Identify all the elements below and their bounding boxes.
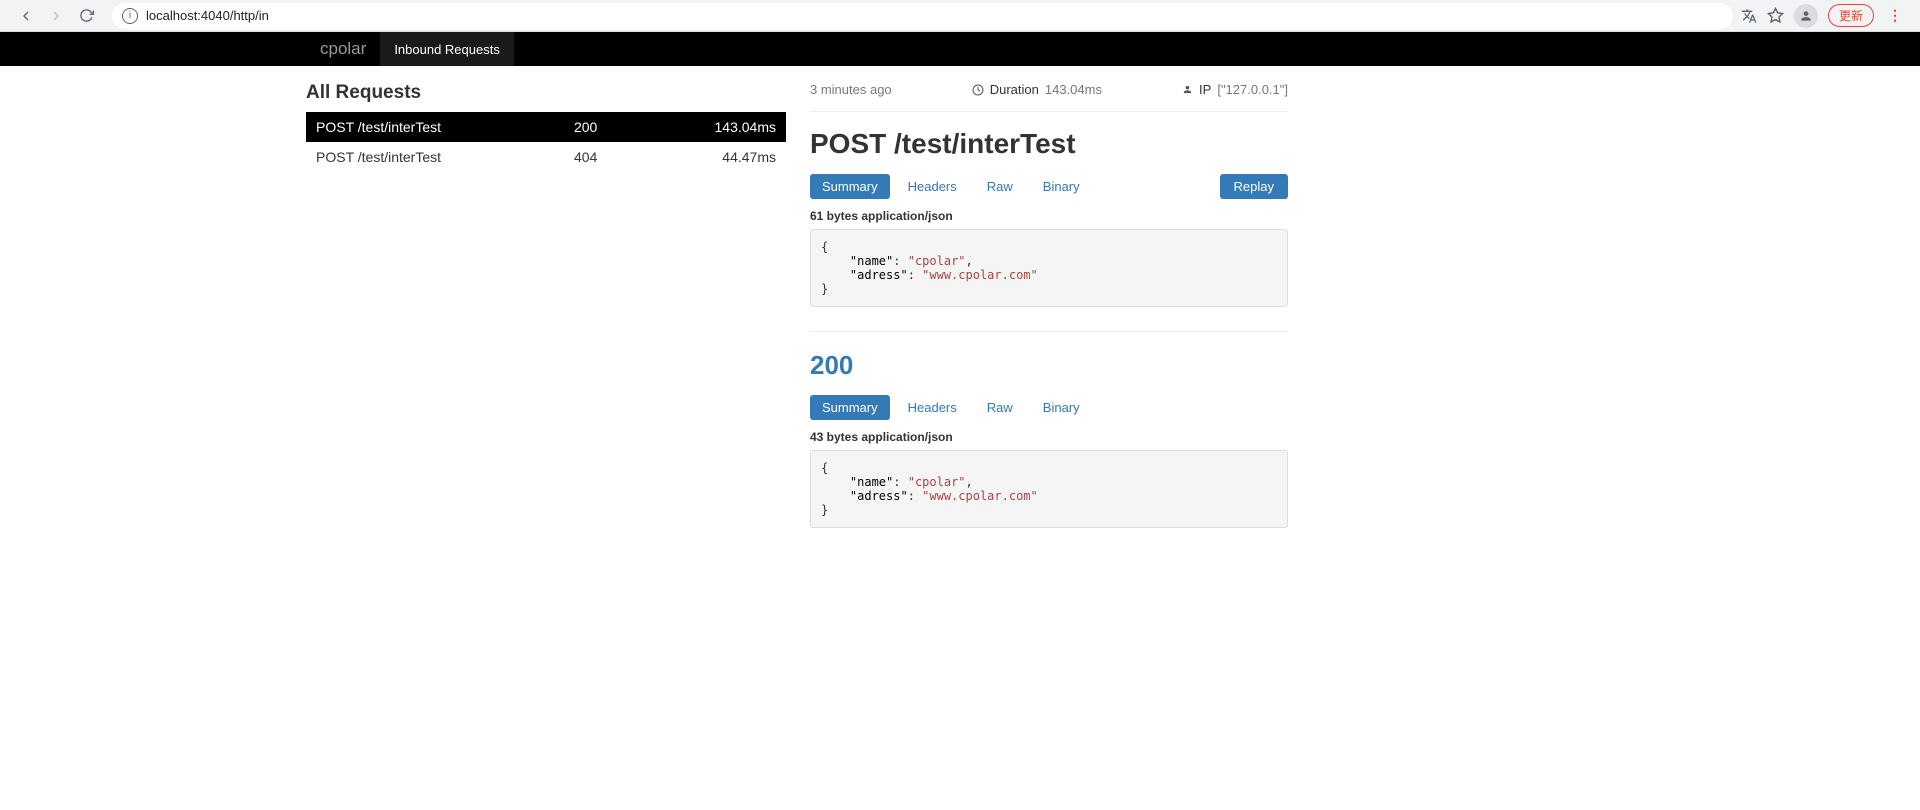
request-duration: 143.04ms (641, 112, 786, 142)
request-method-path: POST /test/interTest (306, 142, 564, 172)
request-duration: 44.47ms (641, 142, 786, 172)
url-text: localhost:4040/http/in (146, 8, 269, 23)
reload-button[interactable] (72, 2, 100, 30)
profile-icon[interactable] (1794, 4, 1818, 28)
response-tab-row: Summary Headers Raw Binary (810, 395, 1288, 420)
star-icon[interactable] (1767, 7, 1784, 24)
meta-time-ago: 3 minutes ago (810, 82, 892, 97)
tab-binary-response[interactable]: Binary (1031, 395, 1092, 420)
duration-label: Duration (990, 82, 1039, 97)
tab-summary-request[interactable]: Summary (810, 174, 890, 199)
nav-arrows (8, 2, 104, 30)
request-method-path: POST /test/interTest (306, 112, 564, 142)
app-topnav: cpolar Inbound Requests (0, 32, 1920, 66)
request-body-meta: 61 bytes application/json (810, 209, 1288, 223)
response-status-code: 200 (810, 350, 1288, 381)
requests-table: POST /test/interTest200143.04msPOST /tes… (306, 112, 786, 172)
tab-summary-response[interactable]: Summary (810, 395, 890, 420)
chrome-menu-icon[interactable]: ⋮ (1884, 7, 1906, 24)
request-row[interactable]: POST /test/interTest200143.04ms (306, 112, 786, 142)
response-body-block: { "name": "cpolar", "adress": "www.cpola… (810, 450, 1288, 528)
browser-toolbar: i localhost:4040/http/in 更新 ⋮ (0, 0, 1920, 32)
detail-meta-row: 3 minutes ago Duration 143.04ms IP ["127… (810, 82, 1288, 112)
clock-icon (972, 84, 984, 96)
tab-binary-request[interactable]: Binary (1031, 174, 1092, 199)
tab-headers-response[interactable]: Headers (896, 395, 969, 420)
duration-value: 143.04ms (1045, 82, 1102, 97)
time-ago-value: 3 minutes ago (810, 82, 892, 97)
back-button[interactable] (12, 2, 40, 30)
request-body-block: { "name": "cpolar", "adress": "www.cpola… (810, 229, 1288, 307)
meta-ip: IP ["127.0.0.1"] (1182, 82, 1288, 97)
request-row[interactable]: POST /test/interTest40444.47ms (306, 142, 786, 172)
ip-label: IP (1199, 82, 1211, 97)
right-column: 3 minutes ago Duration 143.04ms IP ["127… (810, 82, 1288, 552)
request-tab-row: Summary Headers Raw Binary Replay (810, 174, 1288, 199)
forward-button[interactable] (42, 2, 70, 30)
meta-duration: Duration 143.04ms (972, 82, 1102, 97)
user-icon (1182, 84, 1193, 95)
tab-raw-response[interactable]: Raw (975, 395, 1025, 420)
site-info-icon[interactable]: i (122, 8, 138, 24)
response-body-meta: 43 bytes application/json (810, 430, 1288, 444)
nav-inbound-requests[interactable]: Inbound Requests (380, 32, 514, 66)
all-requests-title: All Requests (306, 82, 786, 104)
section-divider (810, 331, 1288, 332)
tab-raw-request[interactable]: Raw (975, 174, 1025, 199)
request-status: 404 (564, 142, 641, 172)
translate-icon[interactable] (1741, 8, 1757, 24)
request-heading: POST /test/interTest (810, 128, 1288, 160)
left-column: All Requests POST /test/interTest200143.… (306, 82, 786, 552)
update-button[interactable]: 更新 (1828, 4, 1874, 27)
ip-value: ["127.0.0.1"] (1217, 82, 1288, 97)
main-container: All Requests POST /test/interTest200143.… (0, 66, 1920, 612)
brand-label[interactable]: cpolar (306, 39, 380, 59)
tab-headers-request[interactable]: Headers (896, 174, 969, 199)
chrome-right-controls: 更新 ⋮ (1741, 4, 1912, 28)
address-bar[interactable]: i localhost:4040/http/in (112, 3, 1733, 29)
replay-button[interactable]: Replay (1220, 174, 1288, 199)
request-status: 200 (564, 112, 641, 142)
